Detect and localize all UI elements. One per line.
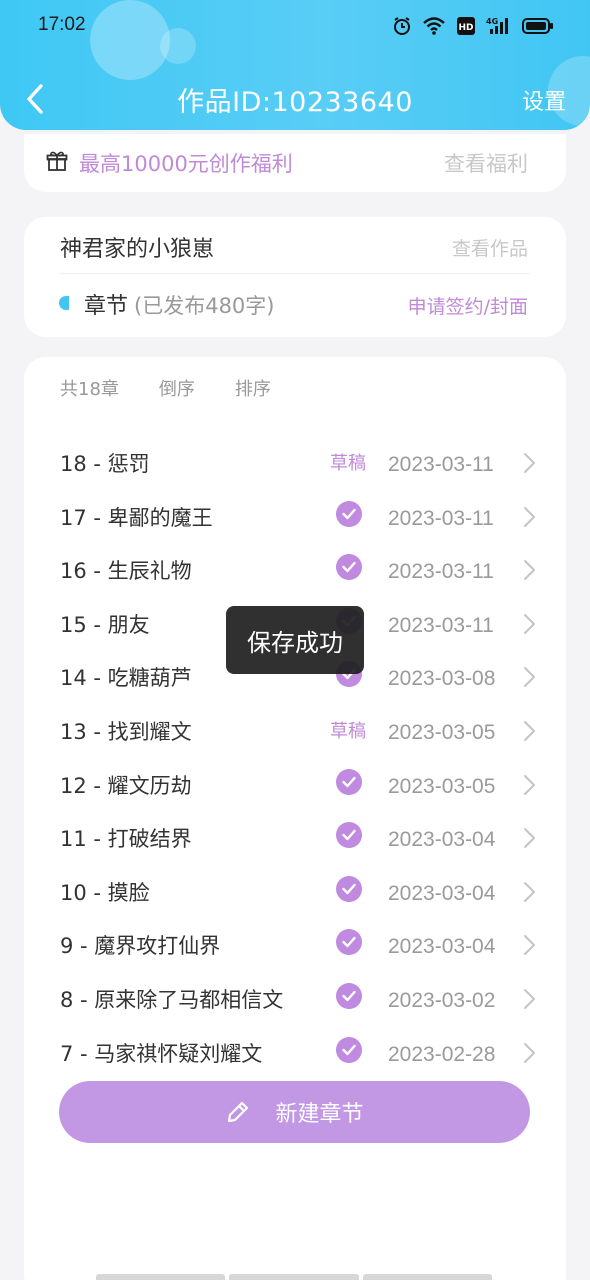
chevron-right-icon: [522, 559, 536, 585]
chapter-list: 18 - 惩罚 草稿 2023-03-11 17 - 卑鄙的魔王 2023-03-11 1…: [24, 435, 566, 1078]
status-time: 17:02: [38, 14, 86, 35]
published-check-icon: [336, 929, 362, 956]
chevron-right-icon: [522, 613, 536, 639]
chapter-title: 14 - 吃糖葫芦: [60, 666, 192, 691]
chapter-date: 2023-03-02: [388, 988, 496, 1012]
chevron-right-icon: [522, 452, 536, 478]
new-chapter-button[interactable]: 新建章节: [59, 1081, 530, 1143]
chapter-row[interactable]: 13 - 找到耀文 草稿 2023-03-05: [24, 703, 566, 757]
chapter-marker: [59, 296, 69, 310]
save-success-toast: 保存成功: [226, 606, 364, 674]
chapter-word-count: (已发布480字): [134, 294, 275, 318]
gesture-segment: [229, 1274, 359, 1280]
chapter-title: 15 - 朋友: [60, 612, 150, 637]
header-bar: 17:02 HD 4G 作品ID:10233640 设置: [0, 0, 590, 130]
chapter-title: 9 - 魔界攻打仙界: [60, 934, 221, 959]
welfare-banner[interactable]: 最高10000元创作福利 查看福利: [24, 134, 566, 192]
chapter-row[interactable]: 18 - 惩罚 草稿 2023-03-11: [24, 435, 566, 489]
wifi-icon: [423, 17, 445, 35]
list-toolbar: 共18章 倒序 排序: [60, 375, 271, 401]
toast-text: 保存成功: [247, 628, 343, 657]
decorative-bubble: [90, 0, 170, 80]
chapter-date: 2023-03-11: [388, 453, 494, 476]
bottom-gesture-bar: [96, 1274, 492, 1280]
chapter-row[interactable]: 8 - 原来除了马都相信文 2023-03-02: [24, 971, 566, 1025]
draft-badge: 草稿: [330, 453, 366, 474]
chevron-right-icon: [522, 881, 536, 907]
chapter-title: 10 - 摸脸: [60, 880, 150, 905]
divider: [60, 273, 530, 274]
chapter-title: 13 - 找到耀文: [60, 719, 192, 744]
welfare-text: 最高10000元创作福利: [79, 152, 293, 176]
view-welfare-link[interactable]: 查看福利: [444, 148, 528, 178]
battery-icon: [522, 18, 553, 34]
chevron-right-icon: [522, 720, 536, 746]
chapter-row[interactable]: 17 - 卑鄙的魔王 2023-03-11: [24, 489, 566, 543]
published-check-icon: [336, 982, 362, 1009]
status-icons: HD 4G: [392, 14, 554, 38]
signal-4g-icon: 4G: [486, 17, 508, 34]
chapter-title: 17 - 卑鄙的魔王: [60, 505, 213, 530]
chevron-right-icon: [522, 988, 536, 1014]
gesture-segment: [362, 1274, 492, 1280]
chapter-title: 12 - 耀文历劫: [60, 773, 192, 798]
published-check-icon: [336, 875, 362, 902]
chevron-right-icon: [522, 1042, 536, 1068]
published-check-icon: [336, 768, 362, 795]
work-title: 神君家的小狼崽: [60, 237, 215, 262]
chapter-date: 2023-03-11: [388, 506, 494, 530]
chapter-row[interactable]: 9 - 魔界攻打仙界 2023-03-04: [24, 917, 566, 971]
new-chapter-label: 新建章节: [275, 1102, 364, 1127]
decorative-bubble: [160, 28, 196, 64]
work-info-card: 神君家的小狼崽 查看作品 章节 (已发布480字) 申请签约/封面: [24, 217, 566, 337]
chapter-row[interactable]: 7 - 马家祺怀疑刘耀文 2023-02-28: [24, 1025, 566, 1079]
svg-text:4G: 4G: [486, 17, 498, 26]
gift-icon: [46, 151, 68, 171]
pencil-icon: [228, 1101, 249, 1123]
chapter-count: 共18章: [60, 379, 119, 400]
chevron-right-icon: [522, 934, 536, 960]
chapter-row[interactable]: 16 - 生辰礼物 2023-03-11: [24, 542, 566, 596]
published-check-icon: [336, 822, 362, 849]
chapter-title: 16 - 生辰礼物: [60, 559, 192, 584]
chapter-date: 2023-03-08: [388, 667, 496, 691]
sort-button[interactable]: 排序: [235, 375, 271, 401]
chapter-row[interactable]: 11 - 打破结界 2023-03-04: [24, 810, 566, 864]
published-check-icon: [336, 554, 362, 581]
page-title: 作品ID:10233640: [177, 87, 413, 118]
chapter-date: 2023-03-05: [388, 720, 496, 744]
chapter-date: 2023-03-05: [388, 774, 496, 798]
chapter-date: 2023-03-04: [388, 935, 496, 959]
alarm-icon: [394, 17, 410, 35]
chapter-title: 18 - 惩罚: [60, 452, 150, 476]
chapter-title: 11 - 打破结界: [60, 827, 192, 852]
chapter-date: 2023-03-04: [388, 881, 496, 905]
view-work-link[interactable]: 查看作品: [452, 234, 528, 261]
svg-text:HD: HD: [458, 23, 473, 33]
chevron-right-icon: [522, 666, 536, 692]
chevron-right-icon: [522, 774, 536, 800]
gesture-segment: [96, 1274, 226, 1280]
chevron-right-icon: [522, 827, 536, 853]
chapter-date: 2023-03-04: [388, 828, 496, 852]
settings-button[interactable]: 设置: [522, 84, 566, 116]
chevron-right-icon: [522, 506, 536, 532]
draft-badge: 草稿: [330, 720, 366, 742]
published-check-icon: [336, 1036, 362, 1063]
chapter-title: 7 - 马家祺怀疑刘耀文: [60, 1041, 263, 1066]
chapter-title: 8 - 原来除了马都相信文: [60, 987, 284, 1012]
chapter-date: 2023-02-28: [388, 1042, 496, 1066]
apply-sign-cover-link[interactable]: 申请签约/封面: [408, 292, 528, 319]
chapter-section-label: 章节 (已发布480字): [84, 288, 274, 320]
published-check-icon: [336, 500, 362, 527]
chapter-label-text: 章节: [84, 294, 129, 319]
chapter-date: 2023-03-11: [388, 613, 494, 637]
hd-icon: HD: [457, 17, 475, 35]
reverse-order-button[interactable]: 倒序: [159, 375, 195, 401]
chapter-row[interactable]: 12 - 耀文历劫 2023-03-05: [24, 757, 566, 811]
chapter-row[interactable]: 10 - 摸脸 2023-03-04: [24, 864, 566, 918]
chapter-date: 2023-03-11: [388, 560, 494, 584]
